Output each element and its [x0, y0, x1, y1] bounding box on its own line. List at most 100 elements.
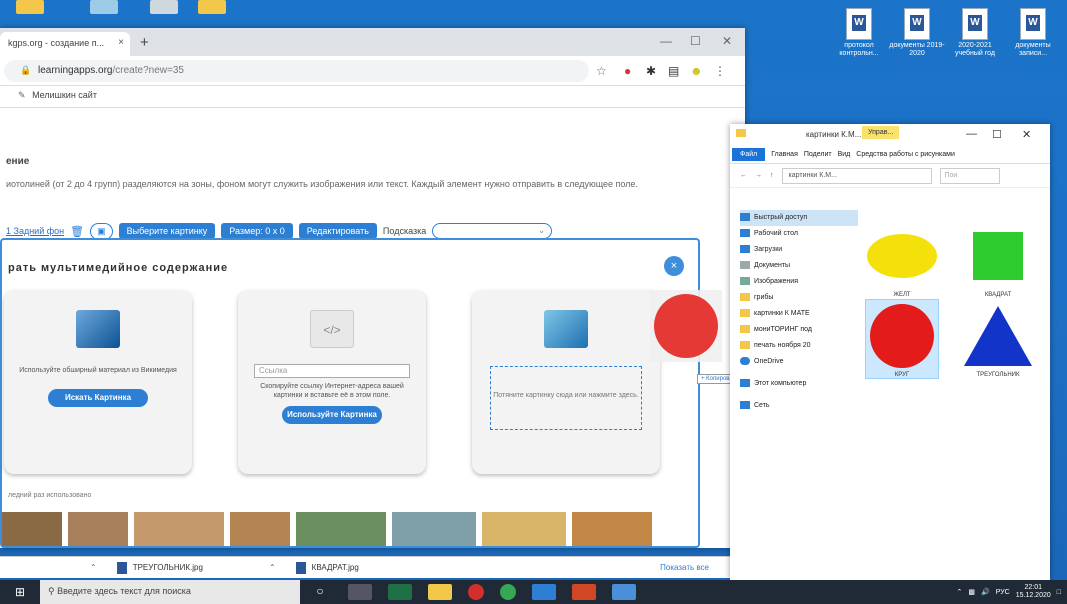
forward-arrow-icon[interactable]: → [755, 172, 762, 179]
extension-icon[interactable]: ● [624, 64, 631, 78]
drop-zone[interactable]: Потяните картинку сюда или нажмите здесь… [490, 366, 642, 430]
close-dialog-button[interactable]: × [664, 256, 684, 276]
hint-select[interactable]: ⌄ [432, 223, 553, 239]
sidebar-item-quick-access[interactable]: Быстрый доступ [740, 210, 858, 226]
clock-time: 22:01 [1024, 584, 1042, 591]
recent-thumbnail[interactable] [230, 512, 290, 546]
up-arrow-icon[interactable]: ↑ [770, 172, 774, 179]
profile-icon[interactable]: ☻ [690, 64, 703, 78]
desktop-document-icon[interactable]: 2020-2021 учебный год [944, 8, 1006, 58]
desktop-document-icon[interactable]: протокол контрольн... [828, 8, 890, 58]
minimize-icon[interactable]: — [660, 34, 672, 48]
ribbon-tab-picture-tools[interactable]: Средства работы с рисунками [856, 151, 955, 158]
desktop-folder-icon[interactable] [90, 0, 118, 14]
desktop-folder-icon[interactable] [16, 0, 44, 14]
ribbon-tab-view[interactable]: Вид [838, 151, 851, 158]
sidebar-item-folder[interactable]: грибы [740, 290, 858, 306]
download-item[interactable]: КВАДРАТ.jpg [295, 561, 359, 574]
desktop-document-icon[interactable]: документы записи... [1002, 8, 1064, 58]
menu-icon[interactable]: ⋮ [714, 64, 726, 78]
opera-icon[interactable] [468, 584, 484, 600]
search-image-button[interactable]: Искать Картинка [48, 389, 148, 407]
sidebar-item-documents[interactable]: Документы [740, 258, 858, 274]
recent-thumbnail[interactable] [572, 512, 652, 546]
address-bar[interactable]: 🔒 learningapps.org/create?new=35 [4, 60, 589, 82]
link-input[interactable]: Ссылка [254, 364, 410, 378]
ribbon-tab-share[interactable]: Поделит [804, 151, 832, 158]
sidebar-item-folder[interactable]: печать ноября 20 [740, 338, 858, 354]
ribbon-tab-home[interactable]: Главная [771, 151, 798, 158]
new-tab-button[interactable]: + [140, 34, 149, 51]
minimize-icon[interactable]: — [966, 128, 977, 140]
close-window-icon[interactable]: ✕ [722, 34, 732, 48]
download-item[interactable]: ТРЕУГОЛЬНИК.jpg ⌃ [116, 561, 276, 574]
cortana-icon[interactable]: ○ [308, 584, 332, 600]
sidebar-item-folder[interactable]: картинки К МАТЕ [740, 306, 858, 322]
desktop-folder-icon[interactable] [150, 0, 178, 14]
recent-thumbnail[interactable] [392, 512, 476, 546]
volume-icon[interactable]: 🔊 [981, 588, 990, 596]
trash-icon[interactable]: 🗑 [70, 225, 84, 238]
card-text: Скопируйте ссылку Интернет-адреса вашей … [260, 383, 404, 399]
file-item[interactable]: ЖЕЛТ [866, 220, 938, 298]
recent-thumbnail[interactable] [296, 512, 386, 546]
excel-icon[interactable] [388, 584, 412, 600]
path-bar[interactable]: картинки К.М... [781, 167, 932, 184]
star-icon [740, 213, 750, 222]
language-indicator[interactable]: РУС [996, 589, 1010, 596]
image-icon[interactable]: ▣ [90, 222, 113, 240]
file-item[interactable]: КВАДРАТ [962, 220, 1034, 298]
ribbon-tab-file[interactable]: Файл [732, 148, 766, 161]
close-window-icon[interactable]: ✕ [1022, 128, 1031, 141]
windows-start-icon[interactable]: ⊞ [0, 585, 40, 599]
close-tab-icon[interactable]: × [118, 37, 124, 48]
task-view-icon[interactable] [348, 584, 372, 600]
use-image-button[interactable]: Используйте Картинка [282, 406, 382, 424]
app-icon[interactable] [532, 584, 556, 600]
sidebar-item-folder[interactable]: мониТОРИНГ под [740, 322, 858, 338]
powerpoint-icon[interactable] [572, 584, 596, 600]
show-all-link[interactable]: Показать все [660, 563, 709, 572]
file-item[interactable]: ТРЕУГОЛЬНИК [962, 300, 1034, 378]
sidebar-item-downloads[interactable]: Загрузки [740, 242, 858, 258]
clock[interactable]: 22:01 15.12.2020 [1016, 584, 1051, 600]
sidebar-item-this-pc[interactable]: Этот компьютер [740, 376, 858, 392]
sidebar-item-pictures[interactable]: Изображения [740, 274, 858, 290]
sidebar-item-desktop[interactable]: Рабочий стол [740, 226, 858, 242]
manage-tab[interactable]: Управ... [862, 126, 900, 139]
sidebar-item-network[interactable]: Сеть [740, 398, 858, 414]
recent-thumbnail[interactable] [482, 512, 566, 546]
folder-icon [740, 309, 750, 318]
notifications-icon[interactable]: □ [1057, 589, 1061, 596]
maximize-icon[interactable]: ☐ [690, 34, 701, 48]
download-arrow-icon[interactable]: ⌃ [90, 563, 97, 572]
desktop-folder-icon[interactable] [198, 0, 226, 14]
desktop-document-icon[interactable]: документы 2019-2020 [886, 8, 948, 58]
explorer-taskbar-icon[interactable] [428, 584, 452, 600]
recent-thumbnail[interactable] [68, 512, 128, 546]
tray-chevron-icon[interactable]: ⌃ [956, 588, 962, 596]
bookmark-item[interactable]: Мелишкин сайт [32, 90, 97, 100]
recent-thumbnail[interactable] [2, 512, 62, 546]
extension-icon[interactable]: ▤ [668, 64, 679, 78]
choose-image-button[interactable]: Выберите картинку [118, 223, 216, 239]
size-button[interactable]: Размер: 0 х 0 [221, 223, 293, 239]
hint-label: Подсказка [382, 226, 427, 236]
taskbar-search[interactable]: ⚲ Введите здесь текст для поиска [40, 580, 300, 604]
file-item[interactable]: КРУГ [865, 299, 939, 379]
app-icon[interactable] [612, 584, 636, 600]
maximize-icon[interactable]: ☐ [992, 128, 1002, 141]
edit-button[interactable]: Редактировать [298, 223, 377, 239]
dragged-image[interactable] [650, 290, 722, 362]
background-label[interactable]: 1 Задний фон [6, 226, 64, 236]
chevron-up-icon[interactable]: ⌃ [269, 563, 276, 572]
bookmark-star-icon[interactable]: ☆ [596, 64, 607, 78]
recent-thumbnail[interactable] [134, 512, 224, 546]
extension-icon[interactable]: ✱ [646, 64, 656, 78]
chrome-icon[interactable] [500, 584, 516, 600]
network-tray-icon[interactable]: ▩ [968, 588, 975, 596]
browser-tab[interactable]: kgps.org - создание п... × [0, 32, 130, 56]
back-arrow-icon[interactable]: ← [740, 172, 747, 179]
explorer-search[interactable]: Пои [939, 167, 1000, 184]
sidebar-item-onedrive[interactable]: OneDrive [740, 354, 858, 370]
